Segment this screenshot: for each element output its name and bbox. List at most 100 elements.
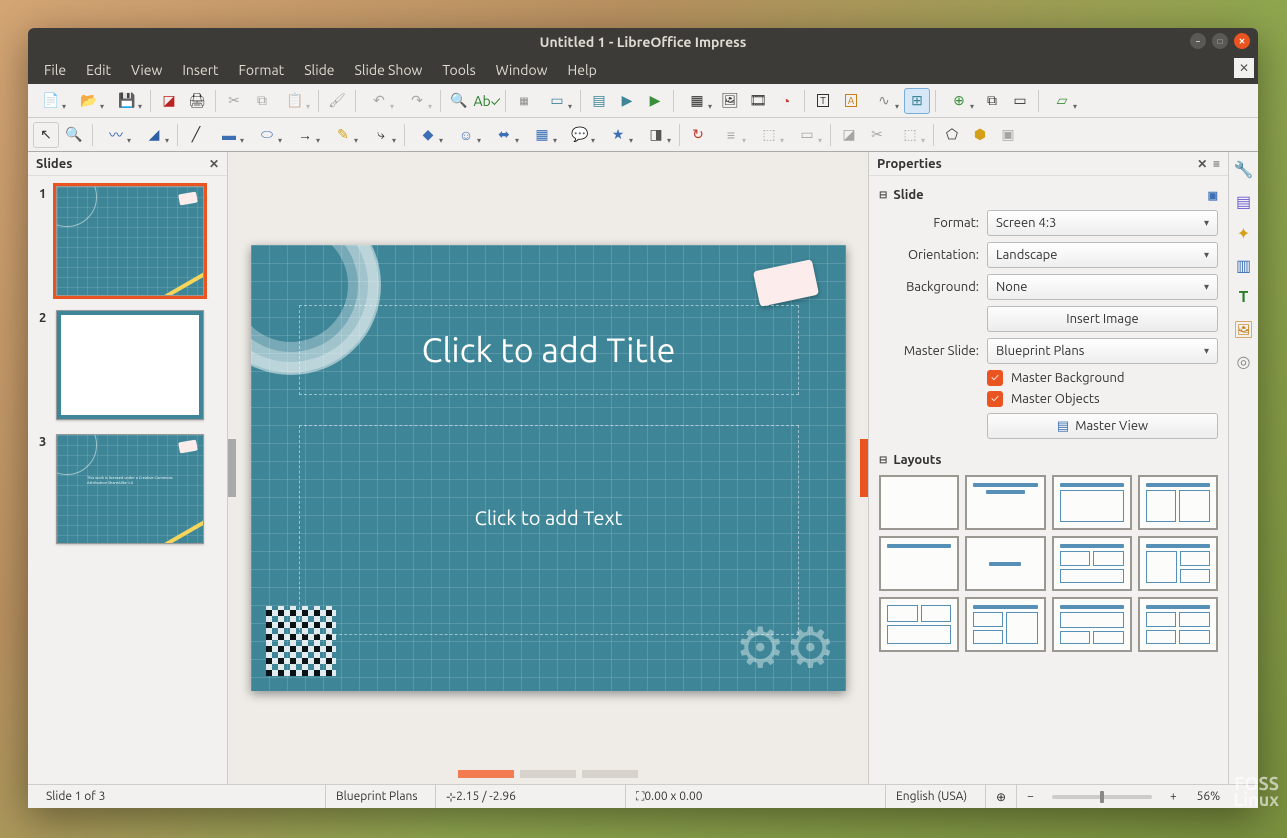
more-options-icon[interactable]: ▣ bbox=[1208, 189, 1218, 202]
clone-format-button[interactable]: 🖌 bbox=[324, 88, 350, 114]
gluepoints-tool[interactable]: ⬢ bbox=[967, 122, 993, 148]
display-views-button[interactable]: ▭ bbox=[539, 88, 575, 114]
layout-12[interactable] bbox=[1138, 597, 1218, 652]
layout-title-content[interactable] bbox=[1052, 475, 1132, 530]
minimize-button[interactable]: – bbox=[1190, 33, 1206, 49]
image-button[interactable]: 🖼 bbox=[717, 88, 743, 114]
block-arrows-tool[interactable]: ⬌ bbox=[486, 122, 522, 148]
content-placeholder[interactable]: Click to add Text bbox=[299, 425, 799, 635]
menu-tools[interactable]: Tools bbox=[432, 58, 485, 82]
master-slide-button[interactable]: ▤ bbox=[586, 88, 612, 114]
fontwork-button[interactable]: ∿ bbox=[866, 88, 902, 114]
fill-color-tool[interactable]: ◢ bbox=[136, 122, 172, 148]
master-view-button[interactable]: ▤ Master View bbox=[987, 413, 1218, 439]
star-tool[interactable]: ★ bbox=[600, 122, 636, 148]
slide-transition-deck-icon[interactable]: ▤ bbox=[1233, 190, 1255, 212]
properties-close-icon[interactable]: ✕ ≡ bbox=[1197, 157, 1220, 171]
start-first-button[interactable]: ▶ bbox=[614, 88, 640, 114]
chart-button[interactable]: ◔ bbox=[773, 88, 799, 114]
status-zoom-out[interactable]: − bbox=[1017, 785, 1044, 808]
media-button[interactable]: 🎞 bbox=[745, 88, 771, 114]
grid-button[interactable]: ▦ bbox=[511, 88, 537, 114]
align-tool[interactable]: ≡ bbox=[713, 122, 749, 148]
close-window-button[interactable]: ✕ bbox=[1234, 33, 1250, 49]
zoom-pan-tool[interactable]: 🔍 bbox=[61, 122, 87, 148]
layout-10[interactable] bbox=[965, 597, 1045, 652]
layout-two-content-header[interactable] bbox=[1052, 536, 1132, 591]
menu-window[interactable]: Window bbox=[486, 58, 558, 82]
points-tool[interactable]: ⬠ bbox=[939, 122, 965, 148]
zoom-slider[interactable] bbox=[1052, 795, 1152, 799]
title-placeholder[interactable]: Click to add Title bbox=[299, 305, 799, 395]
layout-blank[interactable] bbox=[879, 475, 959, 530]
master-background-checkbox[interactable]: ✓ bbox=[987, 370, 1003, 386]
properties-deck-icon[interactable]: 🔧 bbox=[1233, 158, 1255, 180]
slide-thumb-1[interactable]: 1 bbox=[56, 186, 204, 296]
table-button[interactable]: ▦ bbox=[679, 88, 715, 114]
ellipse-tool[interactable]: ⬭ bbox=[249, 122, 285, 148]
select-tool[interactable]: ↖ bbox=[33, 122, 59, 148]
filter-tool[interactable]: ⬚ bbox=[892, 122, 928, 148]
layout-title[interactable] bbox=[965, 475, 1045, 530]
canvas-viewport[interactable]: ⚙⚙ Click to add Title Click to add Text bbox=[228, 152, 868, 784]
new-doc-button[interactable]: 📄 bbox=[33, 88, 69, 114]
slide-layout-button[interactable]: ▱ bbox=[1044, 88, 1080, 114]
connector-tool[interactable]: ⤷ bbox=[363, 122, 399, 148]
master-objects-row[interactable]: ✓ Master Objects bbox=[987, 391, 1218, 407]
spellcheck-button[interactable]: Ab✓ bbox=[474, 88, 500, 114]
layout-11[interactable] bbox=[1052, 597, 1132, 652]
rectangle-tool[interactable]: ▬ bbox=[211, 122, 247, 148]
nav-marker-3[interactable] bbox=[582, 770, 638, 778]
arrow-tool[interactable]: → bbox=[287, 122, 323, 148]
redo-button[interactable]: ↷ bbox=[399, 88, 435, 114]
menu-edit[interactable]: Edit bbox=[76, 58, 121, 82]
special-char-button[interactable]: ⊞ bbox=[904, 88, 930, 114]
animation-deck-icon[interactable]: ✦ bbox=[1233, 222, 1255, 244]
symbol-shapes-tool[interactable]: ☺ bbox=[448, 122, 484, 148]
menu-slide[interactable]: Slide bbox=[294, 58, 344, 82]
delete-slide-button[interactable]: ▭ bbox=[1007, 88, 1033, 114]
status-zoom-in[interactable]: + bbox=[1160, 785, 1187, 808]
menu-slideshow[interactable]: Slide Show bbox=[345, 58, 433, 82]
layout-content-two[interactable] bbox=[1138, 536, 1218, 591]
menu-format[interactable]: Format bbox=[229, 58, 295, 82]
layout-two-content[interactable] bbox=[1138, 475, 1218, 530]
arrange-tool[interactable]: ⬚ bbox=[751, 122, 787, 148]
line-color-tool[interactable]: 〰 bbox=[98, 122, 134, 148]
slide-canvas[interactable]: ⚙⚙ Click to add Title Click to add Text bbox=[251, 245, 846, 691]
master-background-row[interactable]: ✓ Master Background bbox=[987, 370, 1218, 386]
orientation-dropdown[interactable]: Landscape bbox=[987, 242, 1218, 268]
extrusion-tool[interactable]: ▣ bbox=[995, 122, 1021, 148]
close-document-button[interactable]: ✕ bbox=[1234, 58, 1254, 78]
section-slide-header[interactable]: ⊟ Slide ▣ bbox=[879, 188, 1218, 202]
layout-centered[interactable] bbox=[965, 536, 1045, 591]
navigator-deck-icon[interactable]: ◎ bbox=[1233, 350, 1255, 372]
layout-title-only[interactable] bbox=[879, 536, 959, 591]
cut-button[interactable]: ✂ bbox=[221, 88, 247, 114]
export-pdf-button[interactable]: ◪ bbox=[156, 88, 182, 114]
slide-thumb-3[interactable]: 3 This work is licensed under a Creative… bbox=[56, 434, 204, 544]
status-zoom-fit[interactable]: ⊕ bbox=[986, 785, 1017, 808]
copy-button[interactable]: ⧉ bbox=[249, 88, 275, 114]
print-button[interactable]: 🖨 bbox=[184, 88, 210, 114]
3d-tool[interactable]: ◨ bbox=[638, 122, 674, 148]
master-slides-deck-icon[interactable]: ▥ bbox=[1233, 254, 1255, 276]
master-objects-checkbox[interactable]: ✓ bbox=[987, 391, 1003, 407]
gallery-deck-icon[interactable]: 🖼 bbox=[1233, 318, 1255, 340]
textbox-button[interactable]: T bbox=[810, 88, 836, 114]
status-zoom-value[interactable]: 56% bbox=[1187, 785, 1231, 808]
menu-view[interactable]: View bbox=[121, 58, 172, 82]
format-dropdown[interactable]: Screen 4:3 bbox=[987, 210, 1218, 236]
slides-panel-close-icon[interactable]: ✕ bbox=[209, 157, 219, 171]
find-replace-button[interactable]: 🔍 bbox=[446, 88, 472, 114]
master-slide-dropdown[interactable]: Blueprint Plans bbox=[987, 338, 1218, 364]
callout-tool[interactable]: 💬 bbox=[562, 122, 598, 148]
nav-marker-2[interactable] bbox=[520, 770, 576, 778]
rotate-tool[interactable]: ↻ bbox=[685, 122, 711, 148]
new-slide-button[interactable]: ⊕ bbox=[941, 88, 977, 114]
section-layouts-header[interactable]: ⊟ Layouts bbox=[879, 453, 1218, 467]
status-language[interactable]: English (USA) bbox=[886, 785, 986, 808]
menu-help[interactable]: Help bbox=[558, 58, 607, 82]
duplicate-slide-button[interactable]: ⧉ bbox=[979, 88, 1005, 114]
basic-shapes-tool[interactable]: ◆ bbox=[410, 122, 446, 148]
